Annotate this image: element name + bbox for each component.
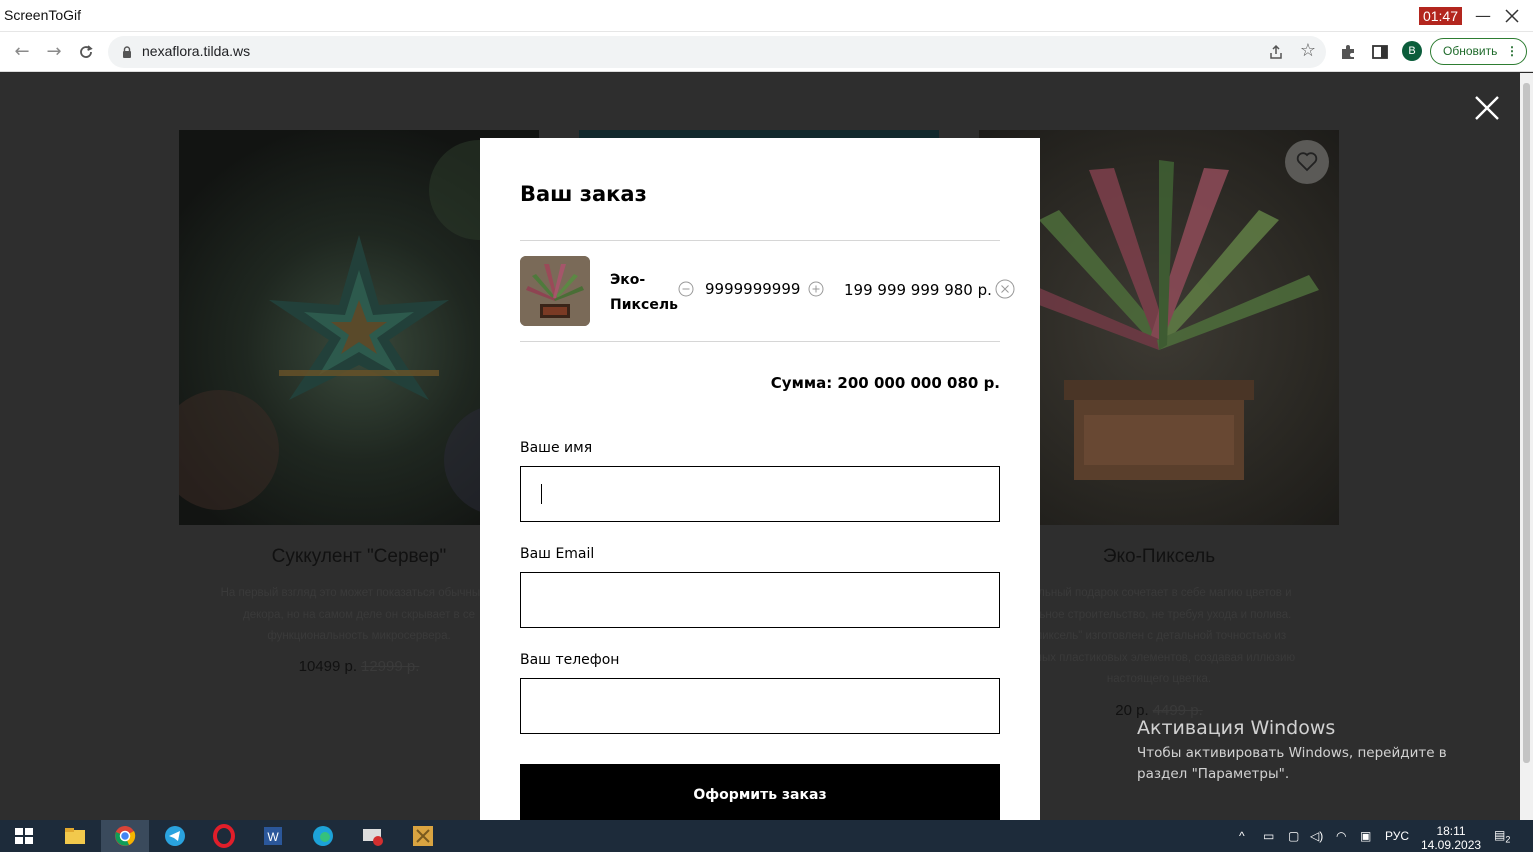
decrease-quantity-icon[interactable] <box>678 281 694 297</box>
text-caret <box>541 484 542 504</box>
reload-icon[interactable] <box>74 40 98 64</box>
page-scrollbar[interactable] <box>1520 73 1533 820</box>
battery-icon[interactable]: ▭ <box>1263 829 1274 843</box>
tray-chevron-icon[interactable]: ^ <box>1239 829 1245 843</box>
language-indicator[interactable]: РУС <box>1385 829 1409 843</box>
email-input[interactable] <box>520 572 1000 628</box>
url-text: nexaflora.tilda.ws <box>142 43 251 59</box>
update-button[interactable]: Обновить ⋮ <box>1430 38 1527 65</box>
favorite-button[interactable] <box>1285 140 1329 184</box>
wifi-icon[interactable]: ◠ <box>1336 829 1346 843</box>
activation-title: Активация Windows <box>1137 717 1336 739</box>
network-icon[interactable]: ▣ <box>1360 829 1371 843</box>
address-bar[interactable]: nexaflora.tilda.ws ☆ <box>108 36 1326 68</box>
share-icon[interactable] <box>1268 44 1284 60</box>
windows-start-icon[interactable] <box>12 824 36 848</box>
lock-icon <box>123 46 131 58</box>
svg-text:W: W <box>267 830 279 844</box>
telegram-icon[interactable] <box>163 824 187 848</box>
phone-field-label: Ваш телефон <box>520 652 620 668</box>
notifications-icon[interactable]: ▤2 <box>1494 828 1510 844</box>
name-field-label: Ваше имя <box>520 440 593 456</box>
recording-timer: 01:47 <box>1419 7 1462 25</box>
screentogif-title-bar: ScreenToGif 01:47 — <box>0 0 1533 32</box>
back-icon[interactable]: ← <box>10 40 34 64</box>
close-icon <box>1505 9 1519 23</box>
email-field-label: Ваш Email <box>520 546 595 562</box>
screen-recorder-icon[interactable] <box>361 824 385 848</box>
app-title: ScreenToGif <box>4 7 82 23</box>
clock-time: 18:11 <box>1436 824 1466 838</box>
divider <box>520 341 1000 342</box>
close-window-button[interactable] <box>1502 6 1522 26</box>
opera-icon[interactable] <box>212 824 236 848</box>
system-clock[interactable]: 18:11 14.09.2023 <box>1421 824 1481 852</box>
overlay-close-icon[interactable] <box>1470 91 1504 125</box>
old-price: 12999 р. <box>361 658 420 675</box>
windows-taskbar: W ^ ▭ ▢ ◁) ◠ ▣ РУС 18:11 14.09.2023 ▤2 <box>0 820 1533 852</box>
notification-count: 2 <box>1505 834 1511 845</box>
remove-item-icon[interactable] <box>995 279 1015 299</box>
cart-item-name: Эко- Пиксель <box>610 268 678 318</box>
submit-order-button[interactable]: Оформить заказ <box>520 764 1000 820</box>
windows-activation-watermark: Активация Windows Чтобы активировать Win… <box>1137 717 1497 785</box>
divider <box>520 240 1000 241</box>
chrome-icon[interactable] <box>113 824 137 848</box>
update-label: Обновить <box>1443 44 1498 58</box>
browser-toolbar: ← → nexaflora.tilda.ws ☆ B Обновить ⋮ <box>0 32 1533 72</box>
increase-quantity-icon[interactable] <box>808 281 824 297</box>
name-input[interactable] <box>520 466 1000 522</box>
current-price: 10499 р. <box>298 658 357 675</box>
profile-avatar[interactable]: B <box>1402 41 1422 61</box>
edge-icon[interactable] <box>311 824 335 848</box>
order-modal: Ваш заказ Эко- Пиксель 9999999999 199 99… <box>480 138 1040 820</box>
device-icon[interactable]: ▢ <box>1288 829 1299 843</box>
cart-item-name-line: Эко- <box>610 272 646 288</box>
quantity-value: 9999999999 <box>705 280 801 298</box>
phone-input[interactable] <box>520 678 1000 734</box>
extensions-puzzle-icon[interactable] <box>1339 43 1357 61</box>
cart-item-name-line: Пиксель <box>610 297 678 313</box>
forward-icon[interactable]: → <box>42 40 66 64</box>
activation-text: Чтобы активировать Windows, перейдите в … <box>1137 745 1447 782</box>
volume-icon[interactable]: ◁) <box>1310 829 1323 843</box>
minimize-button[interactable]: — <box>1473 6 1493 26</box>
side-panel-icon[interactable] <box>1371 43 1389 61</box>
modal-heading: Ваш заказ <box>520 182 647 206</box>
cart-item-price: 199 999 999 980 р. <box>844 281 992 299</box>
file-explorer-icon[interactable] <box>63 824 87 848</box>
bookmark-star-icon[interactable]: ☆ <box>1300 42 1316 60</box>
menu-dots-icon: ⋮ <box>1506 44 1518 58</box>
clock-date: 14.09.2023 <box>1421 838 1482 852</box>
word-icon[interactable]: W <box>261 824 285 848</box>
scrollbar-thumb[interactable] <box>1523 83 1530 763</box>
screentogif-app-icon[interactable] <box>411 824 435 848</box>
cart-item-thumbnail <box>520 256 590 326</box>
order-total: Сумма: 200 000 000 080 р. <box>770 374 1000 392</box>
heart-icon <box>1296 152 1318 172</box>
